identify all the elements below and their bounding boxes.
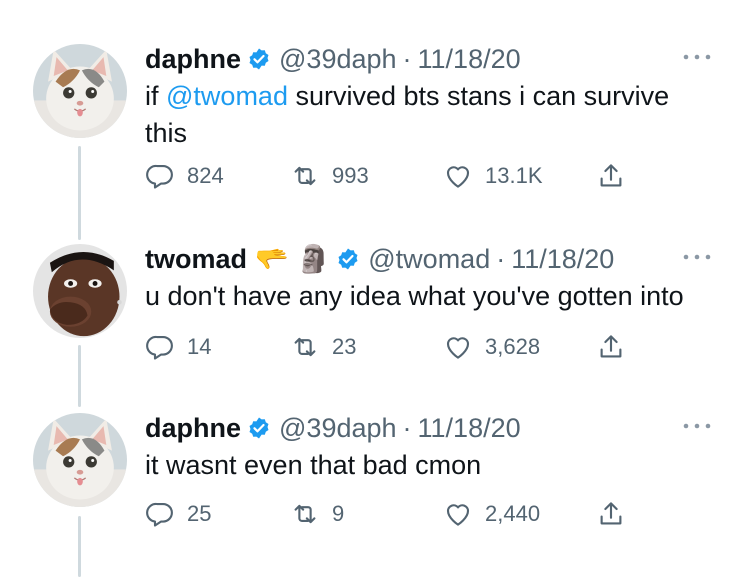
reply-button[interactable]: 824: [145, 159, 224, 193]
separator: ·: [402, 413, 412, 443]
more-icon[interactable]: [682, 52, 712, 62]
retweet-icon: [294, 337, 316, 357]
tweet-header: twomad 🫳 🗿 @twomad · 11/18/20: [145, 244, 614, 274]
tweet-text: if @twomad survived bts stans i can surv…: [145, 78, 705, 152]
retweet-icon: [294, 166, 316, 186]
like-icon: [446, 504, 470, 526]
retweet-count: 9: [332, 501, 345, 526]
verified-badge-icon: [249, 417, 269, 439]
like-button[interactable]: 3,628: [443, 330, 540, 364]
like-icon: [446, 337, 470, 359]
tweet-date[interactable]: 11/18/20: [511, 244, 614, 274]
reply-count: 25: [187, 501, 212, 526]
share-button[interactable]: [596, 330, 626, 364]
retweet-button[interactable]: 993: [290, 159, 369, 193]
tweet-header: daphne @39daph · 11/18/20: [145, 413, 521, 443]
thread-connector: [78, 146, 81, 240]
like-count: 2,440: [485, 501, 541, 526]
retweet-count: 993: [332, 163, 369, 188]
tweet-text: u don't have any idea what you've gotten…: [145, 281, 684, 311]
author-name[interactable]: daphne: [145, 413, 241, 443]
separator: ·: [402, 44, 412, 74]
retweet-button[interactable]: 23: [290, 330, 356, 364]
more-icon[interactable]: [682, 421, 712, 431]
share-icon: [600, 164, 622, 187]
reply-count: 14: [187, 334, 212, 359]
avatar[interactable]: [33, 244, 127, 338]
retweet-icon: [294, 504, 316, 524]
like-count: 3,628: [485, 334, 541, 359]
author-handle[interactable]: @39daph: [279, 44, 397, 74]
white-cat-avatar-icon: [33, 413, 127, 507]
like-button[interactable]: 2,440: [443, 497, 540, 531]
author-name[interactable]: twomad: [145, 244, 247, 274]
thread-connector: [78, 345, 81, 407]
avatar[interactable]: [33, 413, 127, 507]
tweet-header: daphne @39daph · 11/18/20: [145, 44, 521, 74]
separator: ·: [496, 244, 506, 274]
tweet-date[interactable]: 11/18/20: [418, 44, 521, 74]
share-button[interactable]: [596, 159, 626, 193]
reply-icon: [146, 502, 173, 527]
reply-button[interactable]: 25: [145, 497, 211, 531]
like-icon: [446, 166, 470, 188]
author-handle[interactable]: @39daph: [279, 413, 397, 443]
like-count: 13.1K: [485, 163, 543, 188]
reply-count: 824: [187, 163, 224, 188]
retweet-count: 23: [332, 334, 357, 359]
tweet-text-start: if: [145, 81, 167, 111]
reply-button[interactable]: 14: [145, 330, 211, 364]
reply-icon: [146, 164, 173, 189]
reply-icon: [146, 335, 173, 360]
avatar[interactable]: [33, 44, 127, 138]
author-handle[interactable]: @twomad: [368, 244, 490, 274]
author-name[interactable]: daphne: [145, 44, 241, 74]
tweet-text: it wasnt even that bad cmon: [145, 450, 482, 480]
mention-link[interactable]: @twomad: [166, 81, 288, 111]
share-icon: [600, 335, 622, 358]
share-button[interactable]: [596, 497, 626, 531]
person-avatar-icon: [33, 244, 127, 338]
more-icon[interactable]: [682, 252, 712, 262]
thread-connector: [78, 516, 81, 577]
tweet-thread: daphne @39daph · 11/18/20 if @twomad sur…: [0, 0, 750, 577]
verified-badge-icon: [249, 48, 269, 70]
tweet-date[interactable]: 11/18/20: [418, 413, 521, 443]
pinching-hand-emoji: 🫳: [255, 244, 289, 274]
share-icon: [600, 502, 622, 525]
verified-badge-icon: [338, 248, 358, 270]
moai-emoji: 🗿: [296, 244, 331, 274]
retweet-button[interactable]: 9: [290, 497, 344, 531]
like-button[interactable]: 13.1K: [443, 159, 543, 193]
white-cat-avatar-icon: [33, 44, 127, 138]
